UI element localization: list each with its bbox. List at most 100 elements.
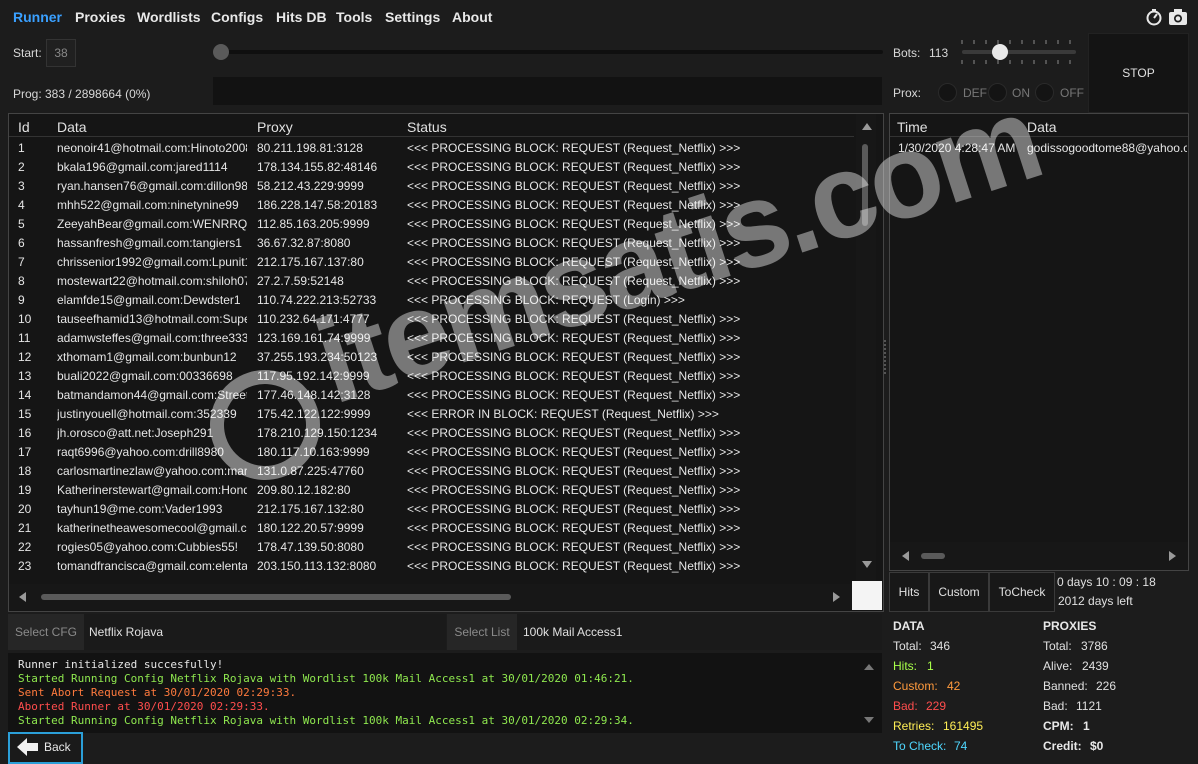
tab-hits[interactable]: Hits	[889, 572, 929, 612]
table-row[interactable]: 23 tomandfrancisca@gmail.com:elenta 203.15…	[9, 556, 854, 575]
elapsed-time: 0 days 10 : 09 : 18	[1057, 575, 1156, 589]
row-data: mhh522@gmail.com:ninetynine99	[57, 198, 239, 212]
header-status[interactable]: Status	[407, 119, 447, 135]
table-row[interactable]: 1 neonoir41@hotmail.com:Hinoto2008 80.211.…	[9, 138, 854, 157]
scroll-right-icon[interactable]	[833, 592, 840, 602]
camera-icon[interactable]	[1168, 8, 1188, 26]
tab-tocheck[interactable]: ToCheck	[989, 572, 1055, 612]
scroll-down-icon[interactable]	[862, 561, 872, 568]
grid-vertical-thumb[interactable]	[862, 144, 868, 226]
back-button[interactable]: Back	[8, 732, 83, 764]
row-id: 2	[18, 160, 25, 174]
log-row-time[interactable]: 1/30/2020 4:28:47 AM	[898, 141, 1015, 155]
table-row[interactable]: 8 mostewart22@hotmail.com:shiloh07 27.2.7.…	[9, 271, 854, 290]
proxy-stat-value: 1121	[1076, 699, 1102, 713]
grid-header: Id Data Proxy Status	[9, 114, 854, 137]
table-row[interactable]: 22 rogies05@yahoo.com:Cubbies55! 178.47.13…	[9, 537, 854, 556]
table-row[interactable]: 7 chrissenior1992@gmail.com:Lpunit1 212.17…	[9, 252, 854, 271]
table-row[interactable]: 18 carlosmartinezlaw@yahoo.com:mar 131.0.8…	[9, 461, 854, 480]
data-stat-value: 74	[954, 739, 968, 753]
nav-wordlists[interactable]: Wordlists	[137, 9, 201, 25]
grid-horizontal-scrollbar[interactable]	[9, 584, 854, 610]
nav-tools[interactable]: Tools	[336, 9, 372, 25]
data-stats-title: DATA	[893, 619, 925, 633]
table-row[interactable]: 13 buali2022@gmail.com:00336698 117.95.192…	[9, 366, 854, 385]
log-horizontal-scrollbar[interactable]	[890, 542, 1188, 570]
row-status: <<< PROCESSING BLOCK: REQUEST (Request_N…	[407, 559, 741, 573]
table-row[interactable]: 3 ryan.hansen76@gmail.com:dillon98 58.212.…	[9, 176, 854, 195]
cfg-value: Netflix Rojava	[84, 614, 446, 650]
select-cfg-button[interactable]: Select CFG	[8, 614, 84, 650]
table-row[interactable]: 12 xthomam1@gmail.com:bunbun12 37.255.193.…	[9, 347, 854, 366]
log-header-time[interactable]: Time	[897, 119, 928, 135]
table-row[interactable]: 9 elamfde15@gmail.com:Dewdster1 110.74.222…	[9, 290, 854, 309]
proxy-stat-label: Alive:	[1043, 659, 1073, 673]
timer-icon[interactable]	[1144, 8, 1164, 26]
row-id: 6	[18, 236, 25, 250]
grid-vertical-scrollbar[interactable]	[856, 114, 876, 582]
data-stat-label: To Check:	[893, 739, 947, 753]
start-label: Start:	[13, 46, 42, 60]
console-scroll-down-icon[interactable]	[864, 717, 874, 723]
table-row[interactable]: 11 adamwsteffes@gmail.com:three333 123.169…	[9, 328, 854, 347]
header-id[interactable]: Id	[18, 119, 30, 135]
row-id: 3	[18, 179, 25, 193]
scroll-up-icon[interactable]	[862, 123, 872, 130]
nav-settings[interactable]: Settings	[385, 9, 440, 25]
table-row[interactable]: 20 tayhun19@me.com:Vader1993 212.175.167.1…	[9, 499, 854, 518]
data-stat-value: 229	[926, 699, 947, 713]
log-scroll-right-icon[interactable]	[1169, 551, 1176, 561]
nav-hits-db[interactable]: Hits DB	[276, 9, 327, 25]
row-id: 13	[18, 369, 32, 383]
table-row[interactable]: 21 katherinetheawesomecool@gmail.c 180.122…	[9, 518, 854, 537]
table-row[interactable]: 16 jh.orosco@att.net:Joseph291 178.210.129…	[9, 423, 854, 442]
bots-slider-thumb[interactable]	[992, 44, 1008, 60]
nav-configs[interactable]: Configs	[211, 9, 263, 25]
table-row[interactable]: 14 batmandamon44@gmail.com:Street 177.46.1…	[9, 385, 854, 404]
nav-proxies[interactable]: Proxies	[75, 9, 126, 25]
table-row[interactable]: 10 tauseefhamid13@hotmail.com:Super 110.23…	[9, 309, 854, 328]
row-data: Katherinerstewart@gmail.com:Hond	[57, 483, 247, 497]
start-slider-track[interactable]	[220, 50, 883, 54]
row-proxy: 178.47.139.50:8080	[257, 540, 364, 554]
row-id: 23	[18, 559, 32, 573]
table-row[interactable]: 15 justinyouell@hotmail.com:352339 175.42.…	[9, 404, 854, 423]
console-line: Started Running Config Netflix Rojava wi…	[18, 672, 634, 685]
log-horizontal-thumb[interactable]	[921, 553, 945, 559]
proxy-stat-value: 2439	[1082, 659, 1109, 673]
header-data[interactable]: Data	[57, 119, 87, 135]
stop-button[interactable]: STOP	[1088, 33, 1189, 113]
log-scroll-left-icon[interactable]	[902, 551, 909, 561]
table-row[interactable]: 2 bkala196@gmail.com:jared1114 178.134.155…	[9, 157, 854, 176]
table-row[interactable]: 6 hassanfresh@gmail.com:tangiers1 36.67.32…	[9, 233, 854, 252]
header-proxy[interactable]: Proxy	[257, 119, 293, 135]
scroll-left-icon[interactable]	[19, 592, 26, 602]
table-row[interactable]: 4 mhh522@gmail.com:ninetynine99 186.228.14…	[9, 195, 854, 214]
log-header-data[interactable]: Data	[1027, 119, 1057, 135]
splitter-handle[interactable]	[884, 340, 888, 374]
nav-runner[interactable]: Runner	[13, 9, 62, 25]
prox-def-radio[interactable]	[938, 83, 957, 102]
table-row[interactable]: 17 raqt6996@yahoo.com:drill8980 180.117.10…	[9, 442, 854, 461]
start-input[interactable]: 38	[46, 39, 76, 67]
row-status: <<< PROCESSING BLOCK: REQUEST (Request_N…	[407, 179, 741, 193]
table-row[interactable]: 19 Katherinerstewart@gmail.com:Hond 209.80…	[9, 480, 854, 499]
log-row-data[interactable]: godissogoodtome88@yahoo.co	[1027, 141, 1187, 155]
data-stat-label: Custom:	[893, 679, 938, 693]
grid-horizontal-thumb[interactable]	[41, 594, 511, 600]
console-scroll-up-icon[interactable]	[864, 664, 874, 670]
bots-slider-track[interactable]	[962, 50, 1076, 54]
table-row[interactable]: 5 ZeeyahBear@gmail.com:WENRRQ 112.85.163.2…	[9, 214, 854, 233]
prox-on-radio[interactable]	[988, 83, 1007, 102]
row-proxy: 58.212.43.229:9999	[257, 179, 364, 193]
row-proxy: 27.2.7.59:52148	[257, 274, 344, 288]
bots-value: 113	[929, 46, 949, 60]
row-id: 11	[18, 331, 31, 345]
start-slider-thumb[interactable]	[213, 44, 229, 60]
nav-about[interactable]: About	[452, 9, 492, 25]
select-list-button[interactable]: Select List	[447, 614, 517, 650]
row-id: 8	[18, 274, 25, 288]
prox-off-radio[interactable]	[1035, 83, 1054, 102]
row-status: <<< PROCESSING BLOCK: REQUEST (Login) >>…	[407, 293, 685, 307]
tab-custom[interactable]: Custom	[929, 572, 989, 612]
